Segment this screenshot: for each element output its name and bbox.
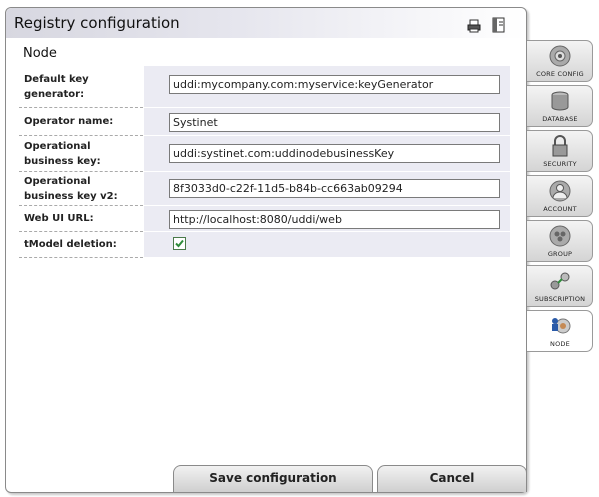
field-value-cell [144, 66, 510, 108]
tab-node[interactable]: NODE [527, 310, 593, 352]
tab-label: NODE [550, 340, 570, 348]
tab-database[interactable]: DATABASE [527, 85, 593, 127]
default-key-generator-input[interactable] [169, 75, 500, 94]
checkmark-icon [175, 239, 184, 248]
field-row-operator-name: Operator name: [19, 108, 510, 136]
field-label: Default key generator: [19, 66, 143, 108]
tab-label: CORE CONFIG [536, 70, 584, 78]
tab-core-config[interactable]: CORE CONFIG [527, 40, 593, 82]
export-icon[interactable] [492, 17, 506, 33]
tmodel-deletion-checkbox[interactable] [173, 237, 186, 250]
node-icon [548, 314, 572, 338]
tab-label: DATABASE [542, 115, 578, 123]
tab-subscription[interactable]: SUBSCRIPTION [527, 265, 593, 307]
field-row-operational-business-key: Operational business key: [19, 136, 510, 172]
field-label: Operational business key v2: [19, 172, 143, 206]
tab-account[interactable]: ACCOUNT [527, 175, 593, 217]
tab-group[interactable]: GROUP [527, 220, 593, 262]
field-row-default-key-generator: Default key generator: [19, 66, 510, 108]
operator-name-input[interactable] [169, 113, 500, 132]
database-icon [548, 89, 572, 113]
field-label: Web UI URL: [19, 206, 143, 232]
cancel-button[interactable]: Cancel [377, 465, 527, 492]
core-config-icon [548, 44, 572, 68]
group-icon [548, 224, 572, 248]
operational-business-key-v2-input[interactable] [169, 179, 500, 198]
tab-label: SECURITY [543, 160, 577, 168]
subscription-icon [548, 269, 572, 293]
section-title-node: Node [23, 46, 57, 61]
field-label: Operational business key: [19, 136, 143, 172]
field-row-tmodel-deletion: tModel deletion: [19, 232, 510, 258]
security-icon [548, 134, 572, 158]
field-value-cell [144, 232, 510, 258]
field-value-cell [144, 108, 510, 136]
field-label: tModel deletion: [19, 232, 143, 258]
web-ui-url-input[interactable] [169, 210, 500, 229]
tab-label: SUBSCRIPTION [534, 295, 586, 303]
operational-business-key-input[interactable] [169, 144, 500, 163]
tab-label: ACCOUNT [543, 205, 577, 213]
tab-label: GROUP [547, 250, 573, 258]
tab-security[interactable]: SECURITY [527, 130, 593, 172]
print-icon[interactable] [467, 18, 481, 33]
account-icon [548, 179, 572, 203]
save-configuration-button[interactable]: Save configuration [173, 465, 373, 492]
field-row-web-ui-url: Web UI URL: [19, 206, 510, 232]
field-value-cell [144, 172, 510, 206]
field-label: Operator name: [19, 108, 143, 136]
registry-configuration-panel: Registry configuration Node Default key … [5, 7, 527, 493]
field-value-cell [144, 206, 510, 232]
field-value-cell [144, 136, 510, 172]
window-title: Registry configuration [14, 14, 180, 32]
field-row-operational-business-key-v2: Operational business key v2: [19, 172, 510, 206]
title-bar: Registry configuration [6, 8, 526, 38]
